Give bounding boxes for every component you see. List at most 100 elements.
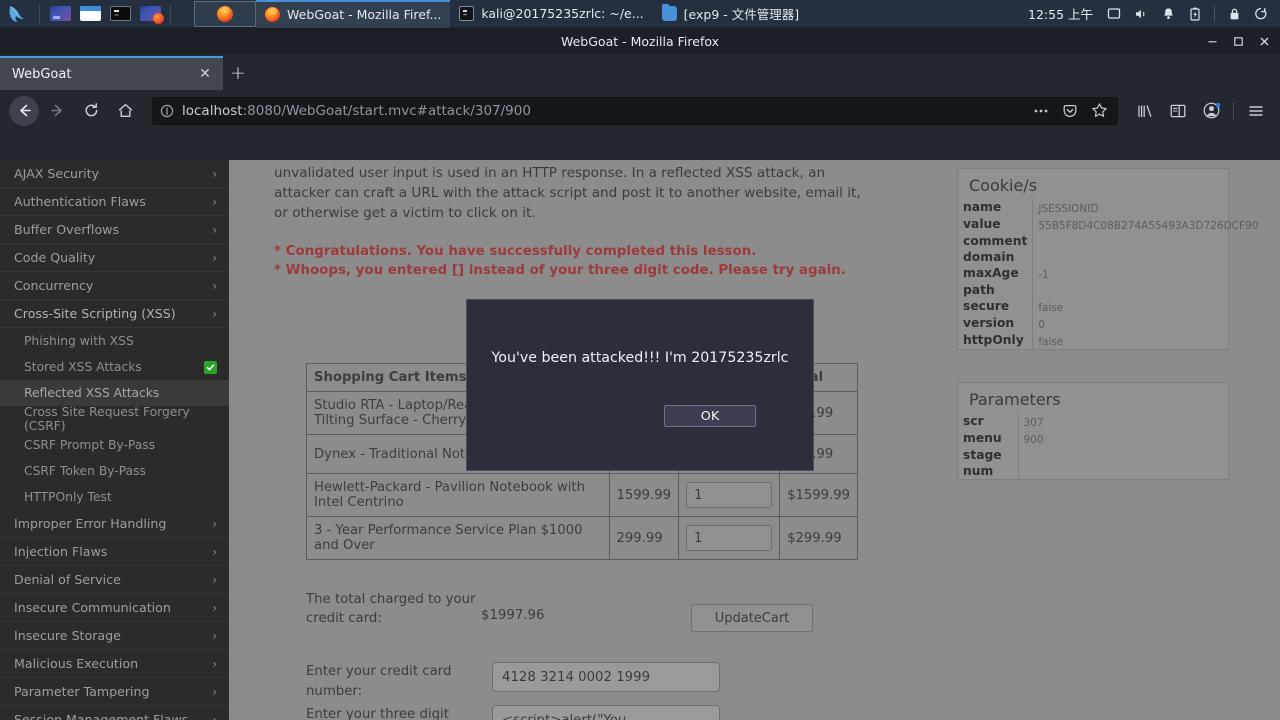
- cookie-value: false: [1032, 332, 1264, 349]
- tab-webgoat[interactable]: WebGoat ✕: [0, 56, 223, 90]
- access-code-input[interactable]: [492, 705, 720, 720]
- bookmark-star-icon[interactable]: [1088, 100, 1110, 122]
- lock-icon[interactable]: [1221, 0, 1247, 28]
- cookie-key: secure: [963, 299, 1010, 313]
- window-title: WebGoat - Mozilla Firefox: [560, 33, 720, 49]
- quick-launch-terminal[interactable]: [105, 0, 135, 28]
- quick-launch-firefox[interactable]: [135, 0, 165, 28]
- sidebar-item-concurrency[interactable]: Concurrency ›: [0, 272, 229, 300]
- sidebar-item-code-quality[interactable]: Code Quality ›: [0, 244, 229, 272]
- sidebar-item-label: Malicious Execution: [14, 656, 139, 671]
- javascript-alert-dialog: You've been attacked!!! I'm 20175235zrlc…: [466, 299, 814, 471]
- sidebar-item-httponly-test[interactable]: HTTPOnly Test: [0, 484, 229, 510]
- display-icon[interactable]: [1101, 0, 1127, 28]
- sidebar-item-injection-flaws[interactable]: Injection Flaws ›: [0, 538, 229, 566]
- alert-ok-button[interactable]: OK: [664, 405, 756, 427]
- sidebar-item-reflected-xss-attacks[interactable]: Reflected XSS Attacks: [0, 380, 229, 406]
- taskbar-task-label: kali@20175235zrlc: ~/e...: [481, 6, 644, 21]
- sidebar-item-label: Concurrency: [14, 278, 94, 293]
- sidebar-icon[interactable]: [1163, 96, 1193, 126]
- cookie-value: JSESSIONID: [1032, 199, 1264, 216]
- table-row: menu 900: [958, 430, 1228, 447]
- sidebar-item-csrf-prompt-bypass[interactable]: CSRF Prompt By-Pass: [0, 432, 229, 458]
- table-row: httpOnly false: [958, 332, 1264, 349]
- volume-icon[interactable]: [1128, 0, 1154, 28]
- info-panel: Cookie/s name JSESSIONID value 55B5F8D4C08…: [955, 160, 1264, 720]
- power-icon[interactable]: [1248, 0, 1274, 28]
- credit-card-label: Enter your credit card number:: [306, 664, 452, 699]
- hamburger-menu-icon[interactable]: [1241, 96, 1271, 126]
- sidebar-item-session-management-flaws[interactable]: Session Management Flaws ›: [0, 706, 229, 720]
- sidebar-item-ajax-security[interactable]: AJAX Security ›: [0, 160, 229, 188]
- battery-icon[interactable]: [1182, 0, 1208, 28]
- cookie-key: value: [963, 217, 1001, 231]
- sidebar-item-authentication-flaws[interactable]: Authentication Flaws ›: [0, 188, 229, 216]
- quick-launch-files[interactable]: [75, 0, 105, 28]
- reload-icon[interactable]: [75, 96, 107, 126]
- kali-dragon-icon[interactable]: [0, 0, 34, 28]
- credit-card-row: Enter your credit card number:: [306, 662, 720, 702]
- close-icon[interactable]: ✕: [195, 64, 215, 84]
- sidebar-item-insecure-storage[interactable]: Insecure Storage ›: [0, 622, 229, 650]
- quantity-input[interactable]: [686, 482, 773, 508]
- sidebar-item-label: Injection Flaws: [14, 544, 108, 559]
- quick-launch-browser[interactable]: [45, 0, 75, 28]
- page-actions-ellipsis-icon[interactable]: [1030, 100, 1052, 122]
- url-text[interactable]: localhost:8080/WebGoat/start.mvc#attack/…: [182, 103, 1023, 119]
- info-circle-icon[interactable]: [160, 103, 175, 118]
- chevron-right-icon: ›: [212, 306, 217, 321]
- account-icon[interactable]: [1196, 96, 1226, 126]
- sidebar-item-phishing-with-xss[interactable]: Phishing with XSS: [0, 328, 229, 354]
- table-row: scr 307: [958, 413, 1228, 430]
- cookies-card: Cookie/s name JSESSIONID value 55B5F8D4C08…: [957, 168, 1264, 350]
- sidebar-item-improper-error-handling[interactable]: Improper Error Handling ›: [0, 510, 229, 538]
- sidebar-item-csrf[interactable]: Cross Site Request Forgery (CSRF): [0, 405, 229, 433]
- notification-bell-icon[interactable]: [1155, 0, 1181, 28]
- taskbar-task-terminal[interactable]: kali@20175235zrlc: ~/e...: [450, 0, 652, 28]
- close-button[interactable]: [1252, 29, 1276, 53]
- forward-arrow-icon[interactable]: [41, 96, 73, 126]
- minimize-button[interactable]: [1200, 29, 1224, 53]
- firefox-icon: [265, 7, 280, 22]
- library-icon[interactable]: [1130, 96, 1160, 126]
- taskbar-active-app[interactable]: [194, 0, 256, 27]
- lesson-intro-text: unvalidated user input is used in an HTT…: [274, 165, 861, 221]
- credit-card-input[interactable]: [492, 662, 720, 692]
- new-tab-button[interactable]: +: [223, 56, 253, 90]
- alert-message: You've been attacked!!! I'm 20175235zrlc: [491, 350, 789, 366]
- taskbar-task-webgoat[interactable]: WebGoat - Mozilla Firef...: [256, 0, 451, 28]
- sidebar-item-label: Parameter Tampering: [14, 684, 150, 699]
- sidebar-item-cross-site-scripting[interactable]: Cross-Site Scripting (XSS) ›: [0, 300, 229, 328]
- quantity-input[interactable]: [686, 525, 773, 551]
- sidebar-item-malicious-execution[interactable]: Malicious Execution ›: [0, 650, 229, 678]
- taskbar-clock[interactable]: 12:55 上午: [1020, 4, 1101, 23]
- taskbar-divider-2: [170, 4, 171, 23]
- sidebar-item-label: Reflected XSS Attacks: [24, 386, 160, 400]
- chevron-right-icon: ›: [212, 600, 217, 615]
- maximize-button[interactable]: [1226, 29, 1250, 53]
- cookie-value: false: [1032, 298, 1264, 315]
- sidebar-item-buffer-overflows[interactable]: Buffer Overflows ›: [0, 216, 229, 244]
- url-bar[interactable]: localhost:8080/WebGoat/start.mvc#attack/…: [152, 96, 1118, 125]
- sidebar-item-insecure-communication[interactable]: Insecure Communication ›: [0, 594, 229, 622]
- update-cart-button[interactable]: UpdateCart: [691, 604, 813, 632]
- taskbar-task-filemanager[interactable]: [exp9 - 文件管理器]: [653, 0, 808, 28]
- cookies-table: name JSESSIONID value 55B5F8D4C08B274A5549…: [958, 199, 1264, 349]
- home-icon[interactable]: [109, 96, 141, 126]
- parameters-title: Parameters: [969, 390, 1061, 409]
- back-arrow-icon[interactable]: [9, 95, 39, 126]
- sidebar-item-label: Session Management Flaws: [14, 712, 189, 720]
- sidebar-item-label: CSRF Token By-Pass: [24, 464, 146, 478]
- sidebar-item-csrf-token-bypass[interactable]: CSRF Token By-Pass: [0, 458, 229, 484]
- sidebar-item-parameter-tampering[interactable]: Parameter Tampering ›: [0, 678, 229, 706]
- taskbar-divider-1: [39, 4, 40, 23]
- chevron-right-icon: ›: [212, 278, 217, 293]
- cart-item-quantity-cell: [678, 473, 781, 517]
- parameters-table: scr 307 menu 900 stage num: [958, 413, 1228, 479]
- chevron-right-icon: ›: [212, 544, 217, 559]
- webgoat-sidebar: AJAX Security › Authentication Flaws › B…: [0, 160, 229, 720]
- sidebar-item-denial-of-service[interactable]: Denial of Service ›: [0, 566, 229, 594]
- cookie-value: 55B5F8D4C08B274A55493A3D726DCF90: [1032, 216, 1264, 233]
- sidebar-item-stored-xss-attacks[interactable]: Stored XSS Attacks: [0, 354, 229, 380]
- pocket-save-icon[interactable]: [1059, 100, 1081, 122]
